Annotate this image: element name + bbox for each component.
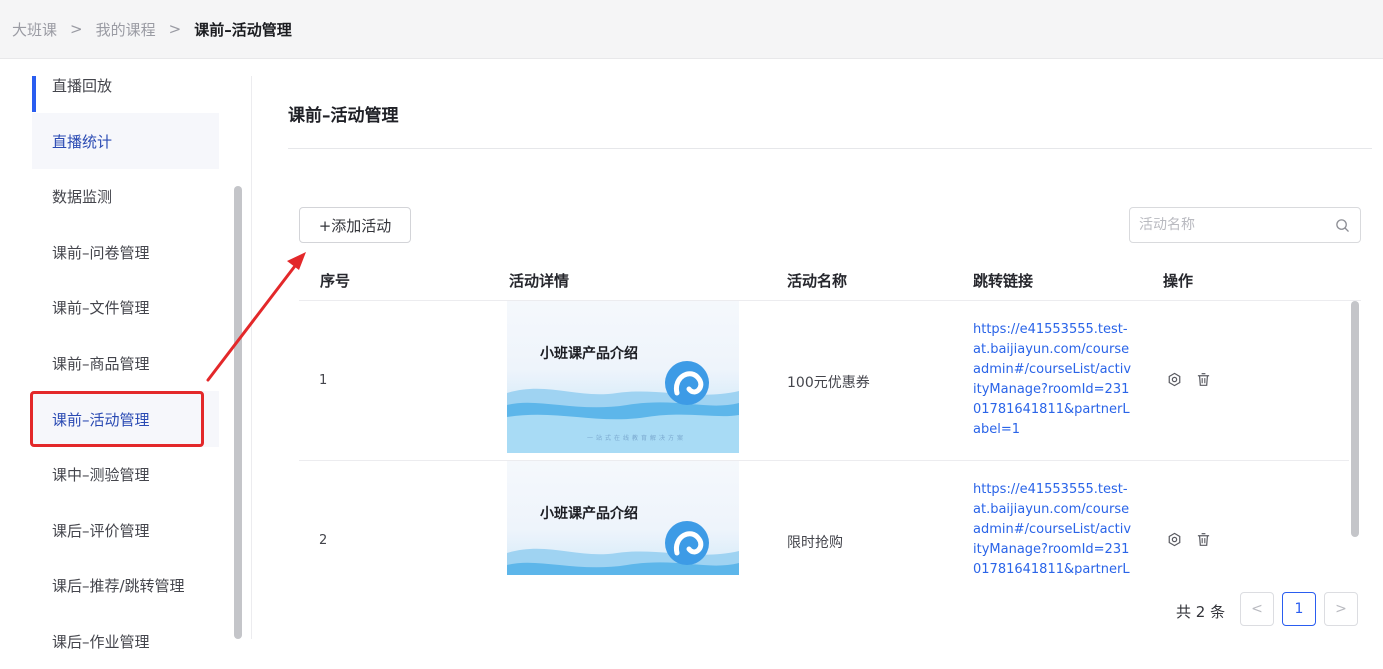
row-index: 1 xyxy=(319,373,328,388)
breadcrumb: 大班课 > 我的课程 > 课前–活动管理 xyxy=(0,0,1383,59)
table-row: 1 小班课产品介绍 一站式在线教育解决方案 100元优惠券 https://e4… xyxy=(299,301,1349,461)
pagination-page-1[interactable]: 1 xyxy=(1282,592,1316,626)
breadcrumb-separator: > xyxy=(70,20,83,38)
thumbnail-title: 小班课产品介绍 xyxy=(540,506,638,522)
sidebar-item-data-monitor[interactable]: 数据监测 xyxy=(32,168,219,224)
sidebar-item-products[interactable]: 课前–商品管理 xyxy=(32,335,219,391)
pagination-next-button[interactable]: > xyxy=(1324,592,1358,626)
breadcrumb-current: 课前–活动管理 xyxy=(194,20,292,39)
table-row: 2 小班课产品介绍 限时抢购 https://e41553555.test-at… xyxy=(299,461,1349,575)
sidebar-item-live-replay[interactable]: 直播回放 xyxy=(32,57,219,113)
row-index: 2 xyxy=(319,533,328,548)
header-actions: 操作 xyxy=(1163,272,1194,290)
search-box xyxy=(1129,207,1361,243)
sidebar-item-recommend[interactable]: 课后–推荐/跳转管理 xyxy=(32,557,219,613)
page-title: 课前–活动管理 xyxy=(288,106,399,126)
breadcrumb-item-class[interactable]: 大班课 xyxy=(12,19,57,40)
trash-icon[interactable] xyxy=(1196,372,1211,387)
table-scrollbar[interactable] xyxy=(1351,301,1359,537)
jump-link[interactable]: https://e41553555.test-at.baijiayun.com/… xyxy=(973,480,1133,575)
row-actions xyxy=(1167,532,1211,547)
sidebar-item-live-stats[interactable]: 直播统计 xyxy=(32,113,219,169)
thumbnail-subtitle: 一站式在线教育解决方案 xyxy=(587,435,687,442)
activity-table: 序号 活动详情 活动名称 跳转链接 操作 1 小班课产品介绍 一站式在线教育解决… xyxy=(299,259,1361,575)
title-divider xyxy=(288,148,1372,149)
header-link: 跳转链接 xyxy=(973,272,1034,290)
thumbnail-title: 小班课产品介绍 xyxy=(540,346,638,362)
header-index: 序号 xyxy=(320,272,351,290)
pagination-prev-button[interactable]: < xyxy=(1240,592,1274,626)
trash-icon[interactable] xyxy=(1196,532,1211,547)
activity-thumbnail[interactable]: 小班课产品介绍 xyxy=(507,461,739,575)
sidebar-item-survey[interactable]: 课前–问卷管理 xyxy=(32,224,219,280)
sidebar-item-evaluation[interactable]: 课后–评价管理 xyxy=(32,502,219,558)
wave-graphic xyxy=(507,361,739,453)
search-input[interactable] xyxy=(1130,208,1330,242)
gear-icon[interactable] xyxy=(1167,532,1182,547)
header-detail: 活动详情 xyxy=(509,272,570,290)
breadcrumb-separator: > xyxy=(168,20,182,38)
add-activity-button[interactable]: +添加活动 xyxy=(299,207,411,243)
activity-thumbnail[interactable]: 小班课产品介绍 一站式在线教育解决方案 xyxy=(507,301,739,453)
pagination-total: 共 2 条 xyxy=(1176,603,1226,621)
activity-name: 100元优惠券 xyxy=(787,375,870,391)
activity-name: 限时抢购 xyxy=(787,535,843,551)
search-icon[interactable] xyxy=(1335,218,1350,233)
sidebar-item-files[interactable]: 课前–文件管理 xyxy=(32,279,219,335)
gear-icon[interactable] xyxy=(1167,372,1182,387)
breadcrumb-item-my-courses[interactable]: 我的课程 xyxy=(96,19,156,40)
sidebar-divider xyxy=(251,76,252,639)
row-actions xyxy=(1167,372,1211,387)
sidebar-item-homework[interactable]: 课后–作业管理 xyxy=(32,613,219,669)
header-name: 活动名称 xyxy=(787,272,848,290)
sidebar-scrollbar[interactable] xyxy=(234,186,242,639)
table-header: 序号 活动详情 活动名称 跳转链接 操作 xyxy=(299,259,1361,301)
sidebar-item-quiz[interactable]: 课中–测验管理 xyxy=(32,446,219,502)
annotation-highlight-box xyxy=(30,391,204,447)
jump-link[interactable]: https://e41553555.test-at.baijiayun.com/… xyxy=(973,320,1133,440)
